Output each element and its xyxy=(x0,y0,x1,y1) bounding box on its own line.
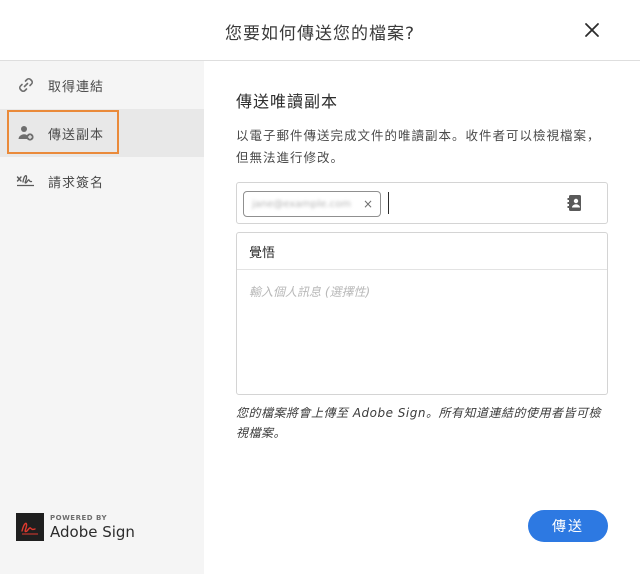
description-text: 以電子郵件傳送完成文件的唯讀副本。收件者可以檢視檔案，但無法進行修改。 xyxy=(236,128,601,165)
section-title: 傳送唯讀副本 xyxy=(236,92,339,111)
send-file-dialog: 您要如何傳送您的檔案? 取得連結 傳送副本 請求簽名 POWERED BY Ad… xyxy=(0,0,640,574)
dialog-title: 您要如何傳送您的檔案? xyxy=(224,24,416,44)
send-button[interactable]: 傳送 xyxy=(528,510,608,542)
sidebar-item-label: 取得連結 xyxy=(48,79,105,95)
sidebar: 取得連結 傳送副本 請求簽名 POWERED BY Adobe Sign xyxy=(0,61,204,574)
recipient-field[interactable]: jane@example.com × xyxy=(236,182,608,224)
sidebar-item-label: 請求簽名 xyxy=(48,175,105,191)
recipient-input[interactable] xyxy=(388,192,558,214)
main-panel: 傳送唯讀副本 以電子郵件傳送完成文件的唯讀副本。收件者可以檢視檔案，但無法進行修… xyxy=(236,61,608,574)
adobe-sign-logo-icon xyxy=(16,513,44,541)
sidebar-item-get-link[interactable]: 取得連結 xyxy=(0,61,204,109)
adobe-sign-brand: POWERED BY Adobe Sign xyxy=(16,511,135,543)
recipient-chip-email: jane@example.com xyxy=(252,198,351,210)
sidebar-item-send-copy[interactable]: 傳送副本 xyxy=(0,109,204,157)
dialog-header: 您要如何傳送您的檔案? xyxy=(0,0,640,61)
link-icon xyxy=(16,75,36,95)
address-book-icon[interactable] xyxy=(567,194,583,212)
personal-message-field[interactable] xyxy=(237,270,607,394)
upload-notice: 您的檔案將會上傳至 Adobe Sign。所有知道連結的使用者皆可檢視檔案。 xyxy=(236,406,601,440)
close-icon[interactable] xyxy=(584,22,600,38)
remove-recipient-icon[interactable]: × xyxy=(363,197,373,211)
subject-field[interactable] xyxy=(237,233,607,270)
sidebar-item-request-signature[interactable]: 請求簽名 xyxy=(0,157,204,205)
signature-icon xyxy=(16,171,36,191)
message-box xyxy=(236,232,608,395)
recipient-chip[interactable]: jane@example.com × xyxy=(243,191,381,217)
sidebar-item-label: 傳送副本 xyxy=(48,127,105,143)
brand-name: Adobe Sign xyxy=(50,522,135,541)
add-person-icon xyxy=(16,123,36,143)
powered-by-label: POWERED BY xyxy=(50,513,108,522)
